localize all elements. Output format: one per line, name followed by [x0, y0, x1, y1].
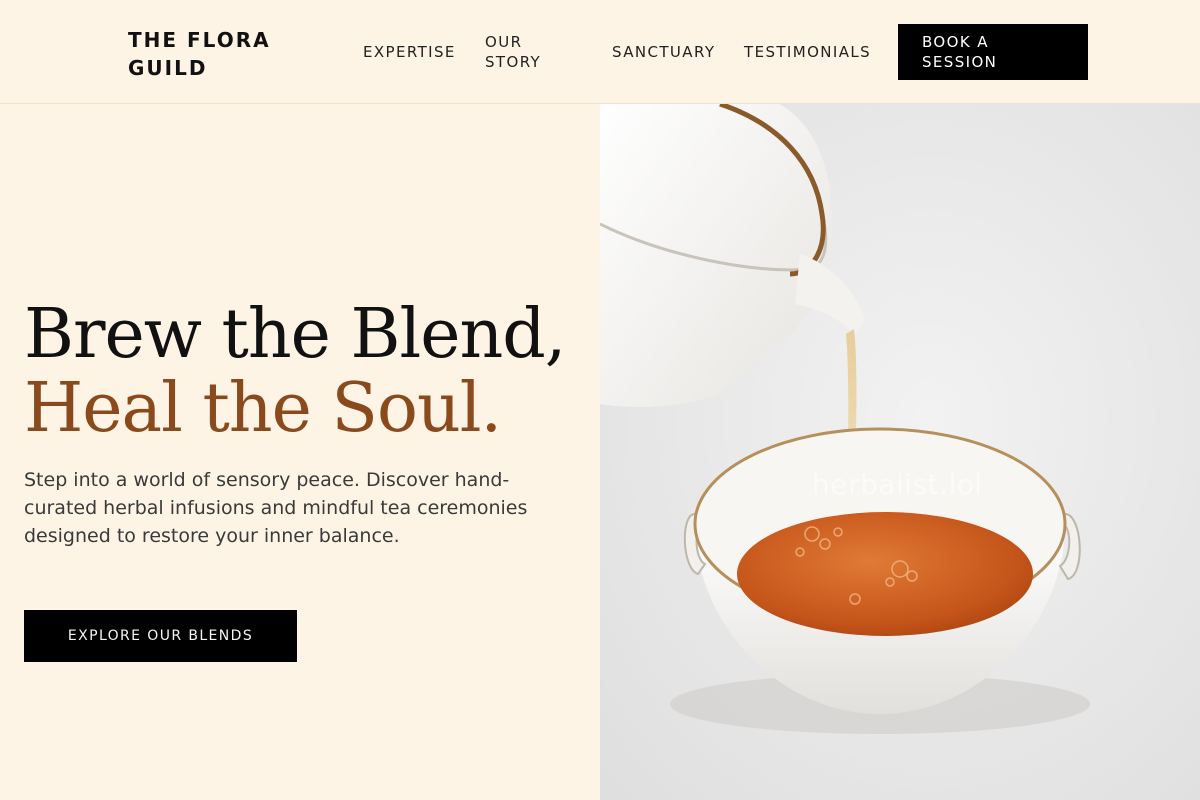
hero-title-line2: Heal the Soul. [24, 369, 502, 448]
explore-blends-button[interactable]: EXPLORE OUR BLENDS [24, 610, 297, 662]
nav-link-our-story[interactable]: OUR STORY [485, 32, 575, 72]
nav-link-expertise[interactable]: EXPERTISE [363, 42, 456, 62]
hero-image-teapot-pouring: herbalist.lol [600, 104, 1200, 800]
nav-link-testimonials[interactable]: TESTIMONIALS [744, 42, 871, 62]
site-header: THE FLORA GUILD EXPERTISE OUR STORY SANC… [0, 0, 1200, 104]
brand-logo[interactable]: THE FLORA GUILD [128, 26, 298, 82]
image-watermark: herbalist.lol [812, 468, 983, 501]
nav-link-sanctuary[interactable]: SANCTUARY [612, 42, 715, 62]
book-session-button[interactable]: BOOK A SESSION [898, 24, 1088, 80]
hero-title-line1: Brew the Blend, [24, 295, 566, 374]
hero-title: Brew the Blend, Heal the Soul. [24, 295, 566, 448]
hero-description: Step into a world of sensory peace. Disc… [24, 469, 528, 547]
